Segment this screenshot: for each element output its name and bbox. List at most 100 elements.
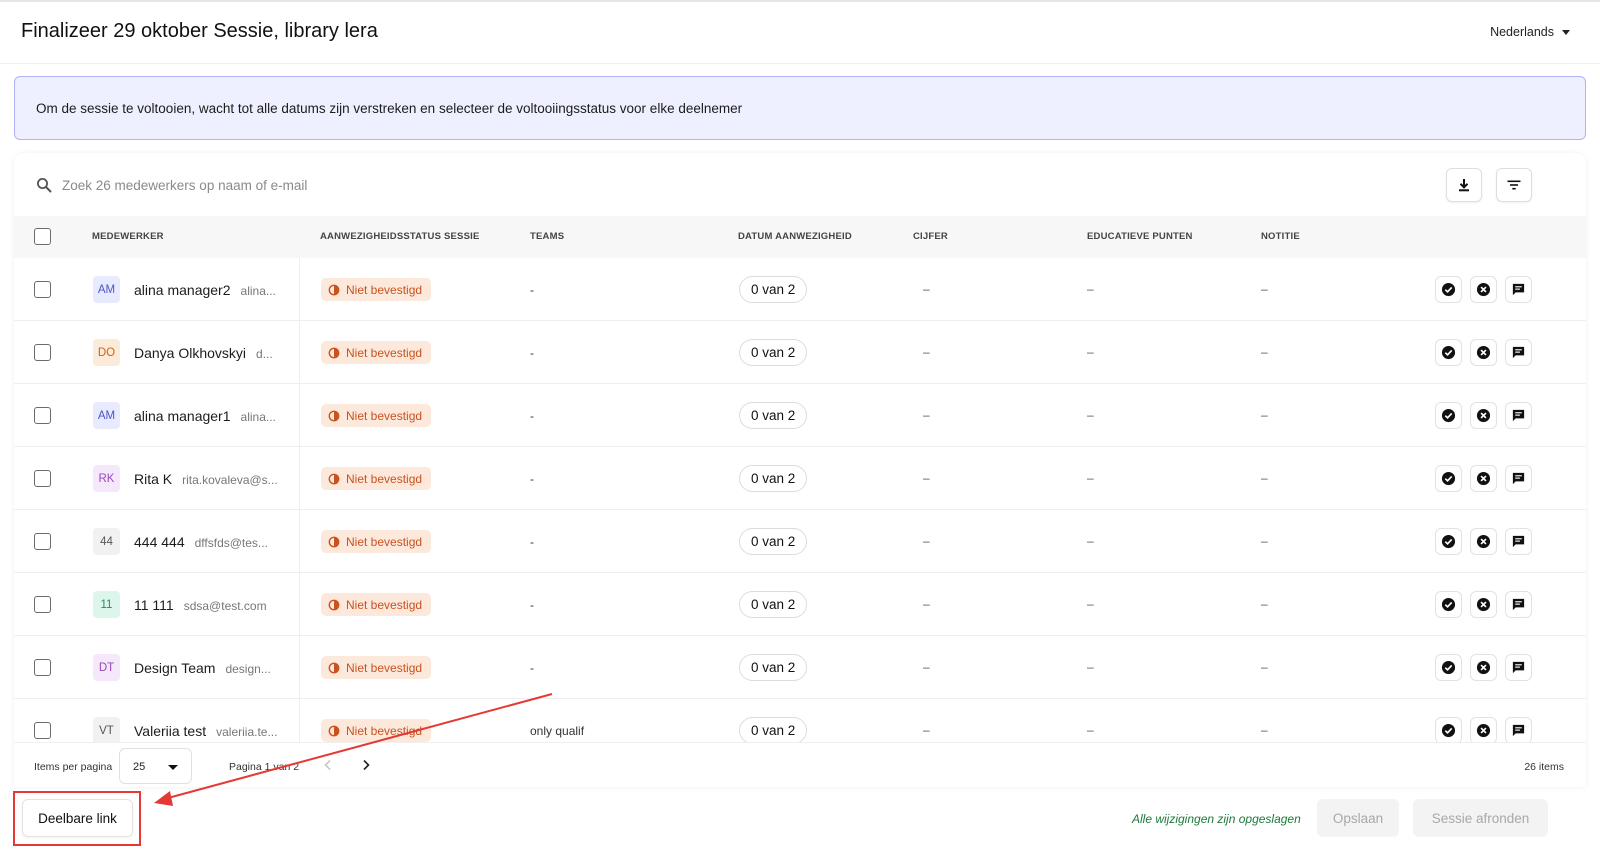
employee-name[interactable]: Danya Olkhovskyi d... (134, 345, 273, 361)
reject-button[interactable] (1470, 465, 1497, 492)
info-banner-text: Om de sessie te voltooien, wacht tot all… (36, 101, 743, 116)
approve-button[interactable] (1435, 591, 1462, 618)
download-button[interactable] (1446, 168, 1482, 202)
approve-button[interactable] (1435, 276, 1462, 303)
approve-button[interactable] (1435, 465, 1462, 492)
comment-button[interactable] (1505, 402, 1532, 429)
status-badge-label: Niet bevestigd (346, 345, 423, 360)
approve-button[interactable] (1435, 717, 1462, 742)
reject-button[interactable] (1470, 402, 1497, 429)
comment-button[interactable] (1505, 465, 1532, 492)
column-header-attendance-status[interactable]: AANWEZIGHEIDSSTATUS SESSIE (320, 231, 480, 242)
column-header-employee[interactable]: MEDEWERKER (92, 231, 164, 242)
approve-button[interactable] (1435, 654, 1462, 681)
attendance-date-pill[interactable]: 0 van 2 (739, 339, 808, 366)
language-selector[interactable]: Nederlands (1490, 25, 1570, 39)
comment-button[interactable] (1505, 591, 1532, 618)
column-header-edu-points[interactable]: EDUCATIEVE PUNTEN (1087, 231, 1193, 242)
reject-button[interactable] (1470, 528, 1497, 555)
employee-name[interactable]: alina manager2 alina... (134, 282, 276, 298)
row-checkbox[interactable] (34, 281, 51, 298)
row-checkbox[interactable] (34, 407, 51, 424)
attendance-date-pill[interactable]: 0 van 2 (739, 402, 808, 429)
grade-value: – (923, 282, 930, 296)
row-checkbox[interactable] (34, 722, 51, 739)
items-per-page-value: 25 (133, 761, 146, 773)
reject-button[interactable] (1470, 591, 1497, 618)
finish-session-button[interactable]: Sessie afronden (1413, 799, 1548, 837)
status-icon (328, 347, 340, 358)
edu-points-value: – (1087, 534, 1094, 548)
employee-email: dffsfds@tes... (194, 536, 268, 550)
comment-button[interactable] (1505, 276, 1532, 303)
employee-name[interactable]: alina manager1 alina... (134, 408, 276, 424)
employee-name[interactable]: 11 111 sdsa@test.com (134, 597, 267, 613)
avatar: AM (93, 402, 120, 429)
filter-button[interactable] (1496, 168, 1532, 202)
search-input[interactable] (62, 173, 662, 197)
search-icon (37, 178, 52, 193)
comment-button[interactable] (1505, 528, 1532, 555)
row-checkbox[interactable] (34, 533, 51, 550)
attendance-date-pill[interactable]: 0 van 2 (739, 654, 808, 681)
column-header-attendance-date[interactable]: DATUM AANWEZIGHEID (738, 231, 852, 242)
check-circle-icon (1441, 723, 1456, 738)
column-header-grade[interactable]: CIJFER (913, 231, 948, 242)
row-checkbox[interactable] (34, 470, 51, 487)
reject-button[interactable] (1470, 654, 1497, 681)
reject-button[interactable] (1470, 717, 1497, 742)
comment-button[interactable] (1505, 717, 1532, 742)
row-checkbox[interactable] (34, 344, 51, 361)
edu-points-value: – (1087, 723, 1094, 737)
status-icon (328, 284, 340, 295)
page-info: Pagina 1 van 2 (229, 761, 300, 773)
saved-status-message: Alle wijzigingen zijn opgeslagen (1132, 812, 1301, 826)
note-value: – (1261, 660, 1268, 674)
status-badge: Niet bevestigd (321, 467, 432, 490)
avatar: RK (93, 465, 120, 492)
avatar: AM (93, 276, 120, 303)
previous-page-button[interactable] (318, 755, 338, 775)
table-header: MEDEWERKER AANWEZIGHEIDSSTATUS SESSIE TE… (14, 216, 1586, 258)
row-checkbox[interactable] (34, 659, 51, 676)
status-badge-label: Niet bevestigd (346, 471, 423, 486)
reject-button[interactable] (1470, 339, 1497, 366)
table-row: DT Design Team design... Niet bevestigd - 0 v… (14, 636, 1586, 699)
employee-email: alina... (240, 410, 276, 424)
comment-button[interactable] (1505, 339, 1532, 366)
items-per-page-select[interactable]: 25 (119, 748, 192, 784)
employee-name-text: Rita K (134, 471, 173, 487)
column-header-note[interactable]: NOTITIE (1261, 231, 1300, 242)
table-row: VT Valeriia test valeriia.te... Niet bevest… (14, 699, 1586, 742)
save-button[interactable]: Opslaan (1317, 799, 1399, 837)
column-divider (299, 384, 300, 446)
attendance-date-pill[interactable]: 0 van 2 (739, 528, 808, 555)
comment-button[interactable] (1505, 654, 1532, 681)
avatar: 44 (93, 528, 120, 555)
column-divider (299, 321, 300, 383)
avatar: VT (93, 717, 120, 742)
row-checkbox[interactable] (34, 596, 51, 613)
reject-button[interactable] (1470, 276, 1497, 303)
employee-name[interactable]: 444 444 dffsfds@tes... (134, 534, 268, 550)
employee-name[interactable]: Valeriia test valeriia.te... (134, 723, 277, 739)
employee-name[interactable]: Design Team design... (134, 660, 271, 676)
attendance-date-pill[interactable]: 0 van 2 (739, 591, 808, 618)
attendance-date-pill[interactable]: 0 van 2 (739, 276, 808, 303)
status-badge-label: Niet bevestigd (346, 534, 423, 549)
select-all-checkbox[interactable] (34, 228, 51, 245)
status-badge: Niet bevestigd (321, 719, 432, 742)
column-header-teams[interactable]: TEAMS (530, 231, 564, 242)
employee-name-text: alina manager1 (134, 408, 231, 424)
employee-name-text: Valeriia test (134, 723, 207, 739)
approve-button[interactable] (1435, 528, 1462, 555)
next-page-button[interactable] (356, 755, 376, 775)
approve-button[interactable] (1435, 402, 1462, 429)
column-divider (299, 447, 300, 509)
status-icon (328, 599, 340, 610)
approve-button[interactable] (1435, 339, 1462, 366)
attendance-date-pill[interactable]: 0 van 2 (739, 717, 808, 742)
filter-icon (1507, 180, 1521, 190)
attendance-date-pill[interactable]: 0 van 2 (739, 465, 808, 492)
employee-name[interactable]: Rita K rita.kovaleva@s... (134, 471, 278, 487)
